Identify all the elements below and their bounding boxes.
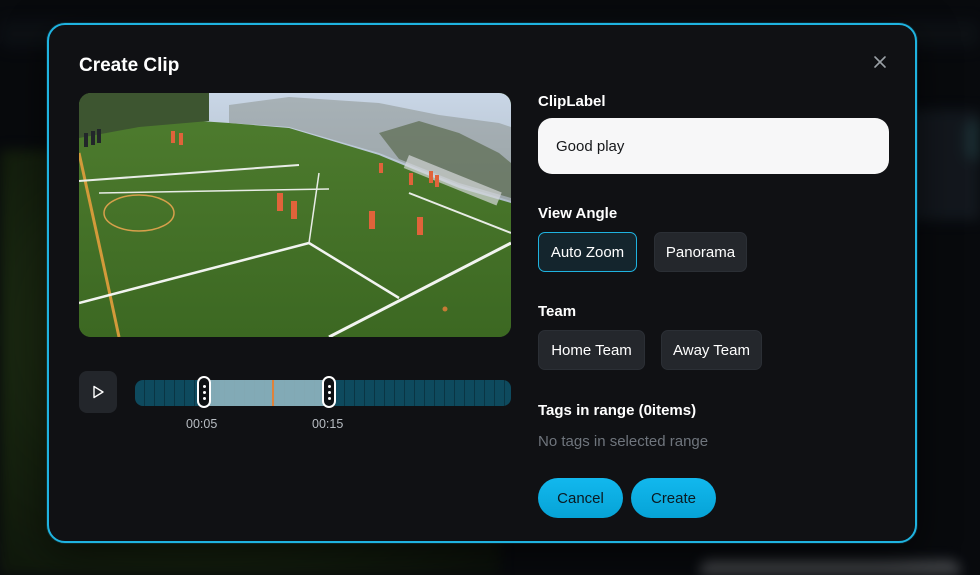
playhead[interactable] — [272, 380, 274, 406]
video-preview[interactable] — [79, 93, 511, 337]
cancel-button[interactable]: Cancel — [538, 478, 623, 518]
selected-range — [203, 380, 329, 406]
range-start-time: 00:05 — [186, 417, 218, 431]
clip-label-input[interactable] — [538, 118, 889, 174]
play-button[interactable] — [79, 371, 117, 413]
range-end-time: 00:15 — [312, 417, 344, 431]
range-start-handle[interactable] — [197, 376, 211, 408]
create-clip-dialog: Create Clip 00:05 00:15 ClipLabel Good p… — [47, 23, 917, 543]
view-angle-auto-zoom[interactable]: Auto Zoom — [538, 232, 637, 272]
dialog-title: Create Clip — [79, 55, 180, 76]
view-angle-heading: View Angle — [538, 205, 618, 222]
team-home-option[interactable]: Home Team — [538, 330, 645, 370]
soccer-field-image — [79, 93, 511, 337]
close-icon — [874, 56, 886, 68]
view-angle-panorama[interactable]: Panorama — [654, 232, 747, 272]
clip-label-heading: ClipLabel — [538, 93, 606, 110]
no-tags-message: No tags in selected range — [538, 433, 709, 450]
team-heading: Team — [538, 303, 577, 320]
team-away-option[interactable]: Away Team — [661, 330, 762, 370]
close-button[interactable] — [869, 51, 891, 73]
range-end-handle[interactable] — [322, 376, 336, 408]
create-button[interactable]: Create — [631, 478, 716, 518]
tags-heading: Tags in range (0items) — [538, 402, 697, 419]
play-icon — [93, 385, 104, 399]
